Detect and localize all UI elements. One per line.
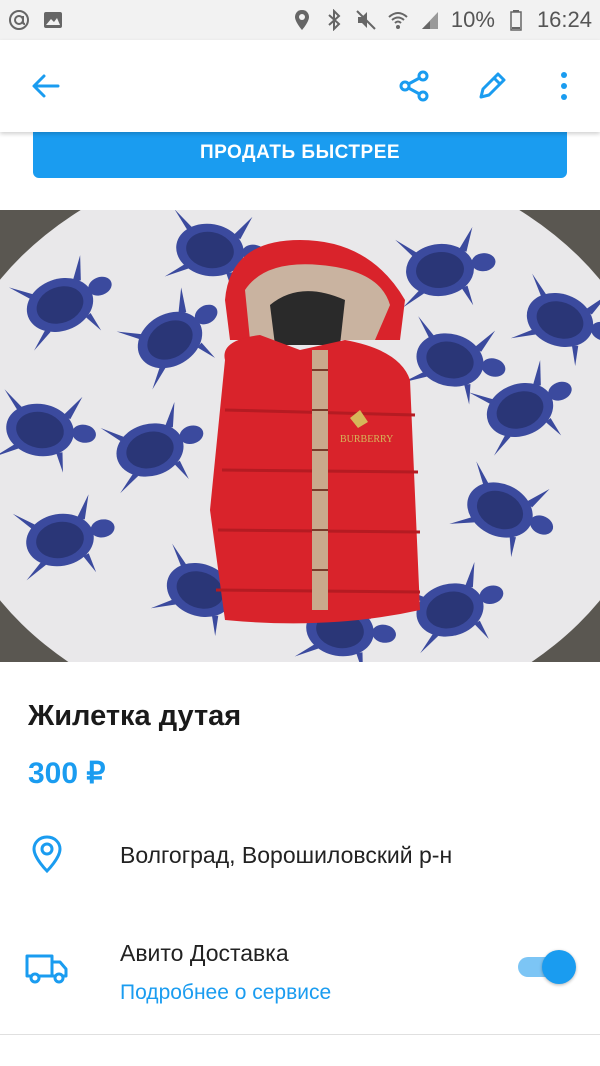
more-vert-icon: [561, 72, 567, 100]
vest-photo-illustration: BURBERRY: [0, 210, 600, 662]
divider: [0, 1034, 600, 1035]
location-icon: [291, 9, 313, 31]
listing-price: 300 ₽: [28, 757, 106, 790]
svg-text:BURBERRY: BURBERRY: [340, 434, 393, 445]
listing-photo[interactable]: BURBERRY: [0, 210, 600, 662]
delivery-toggle[interactable]: [518, 948, 576, 984]
app-bar: [0, 40, 600, 132]
edit-button[interactable]: [470, 64, 514, 108]
mute-icon: [355, 9, 377, 31]
bluetooth-icon: [323, 9, 345, 31]
back-arrow-icon: [32, 74, 60, 98]
edit-icon: [479, 72, 506, 99]
share-icon: [399, 70, 429, 102]
battery-percent: 10%: [450, 7, 495, 32]
share-button[interactable]: [392, 64, 436, 108]
status-bar: 10% 16:24: [0, 0, 600, 40]
listing-title: Жилетка дутая: [28, 700, 242, 732]
sell-faster-button[interactable]: ПРОДАТЬ БЫСТРЕЕ: [33, 128, 567, 178]
signal-icon: [419, 9, 441, 31]
more-options-button[interactable]: [544, 64, 584, 108]
delivery-more-link[interactable]: Подробнее о сервисе: [120, 981, 331, 1005]
battery-icon: [505, 9, 527, 31]
listing-location: Волгоград, Ворошиловский р-н: [120, 842, 453, 868]
location-pin-icon: [30, 834, 64, 874]
sell-faster-label: ПРОДАТЬ БЫСТРЕЕ: [199, 142, 401, 163]
delivery-truck-icon: [24, 950, 70, 986]
toggle-knob: [542, 950, 576, 984]
clock: 16:24: [536, 7, 592, 32]
wifi-icon: [387, 9, 409, 31]
image-icon: [42, 9, 64, 31]
back-button[interactable]: [24, 64, 68, 108]
delivery-title: Авито Доставка: [120, 940, 289, 966]
at-icon: [8, 9, 30, 31]
